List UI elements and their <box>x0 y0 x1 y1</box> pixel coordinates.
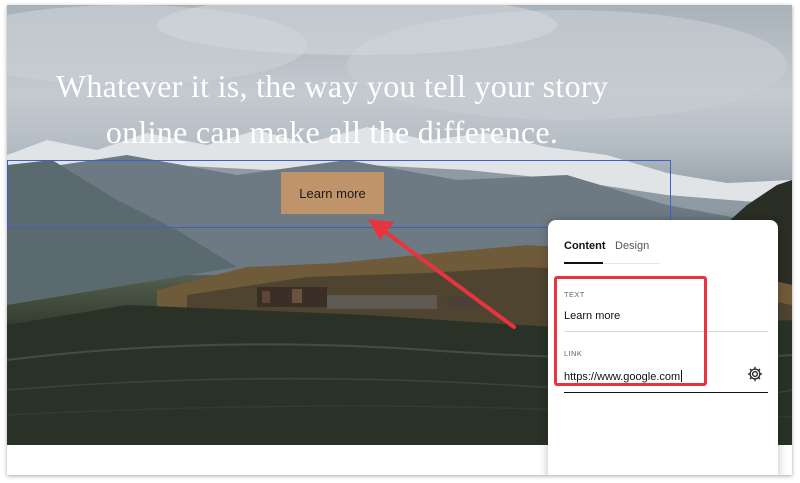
hero-headline: Whatever it is, the way you tell your st… <box>7 63 657 155</box>
learn-more-button[interactable]: Learn more <box>281 172 384 214</box>
tab-design[interactable]: Design <box>615 240 649 252</box>
headline-line-2: online can make all the difference. <box>105 114 559 150</box>
headline-line-1: Whatever it is, the way you tell your st… <box>55 68 609 104</box>
annotation-highlight-box <box>554 276 707 386</box>
tab-content[interactable]: Content <box>564 240 606 252</box>
gear-icon[interactable] <box>746 365 764 383</box>
active-tab-indicator <box>564 262 603 264</box>
link-field-underline <box>564 392 768 393</box>
website-editor-frame: Whatever it is, the way you tell your st… <box>7 5 792 475</box>
